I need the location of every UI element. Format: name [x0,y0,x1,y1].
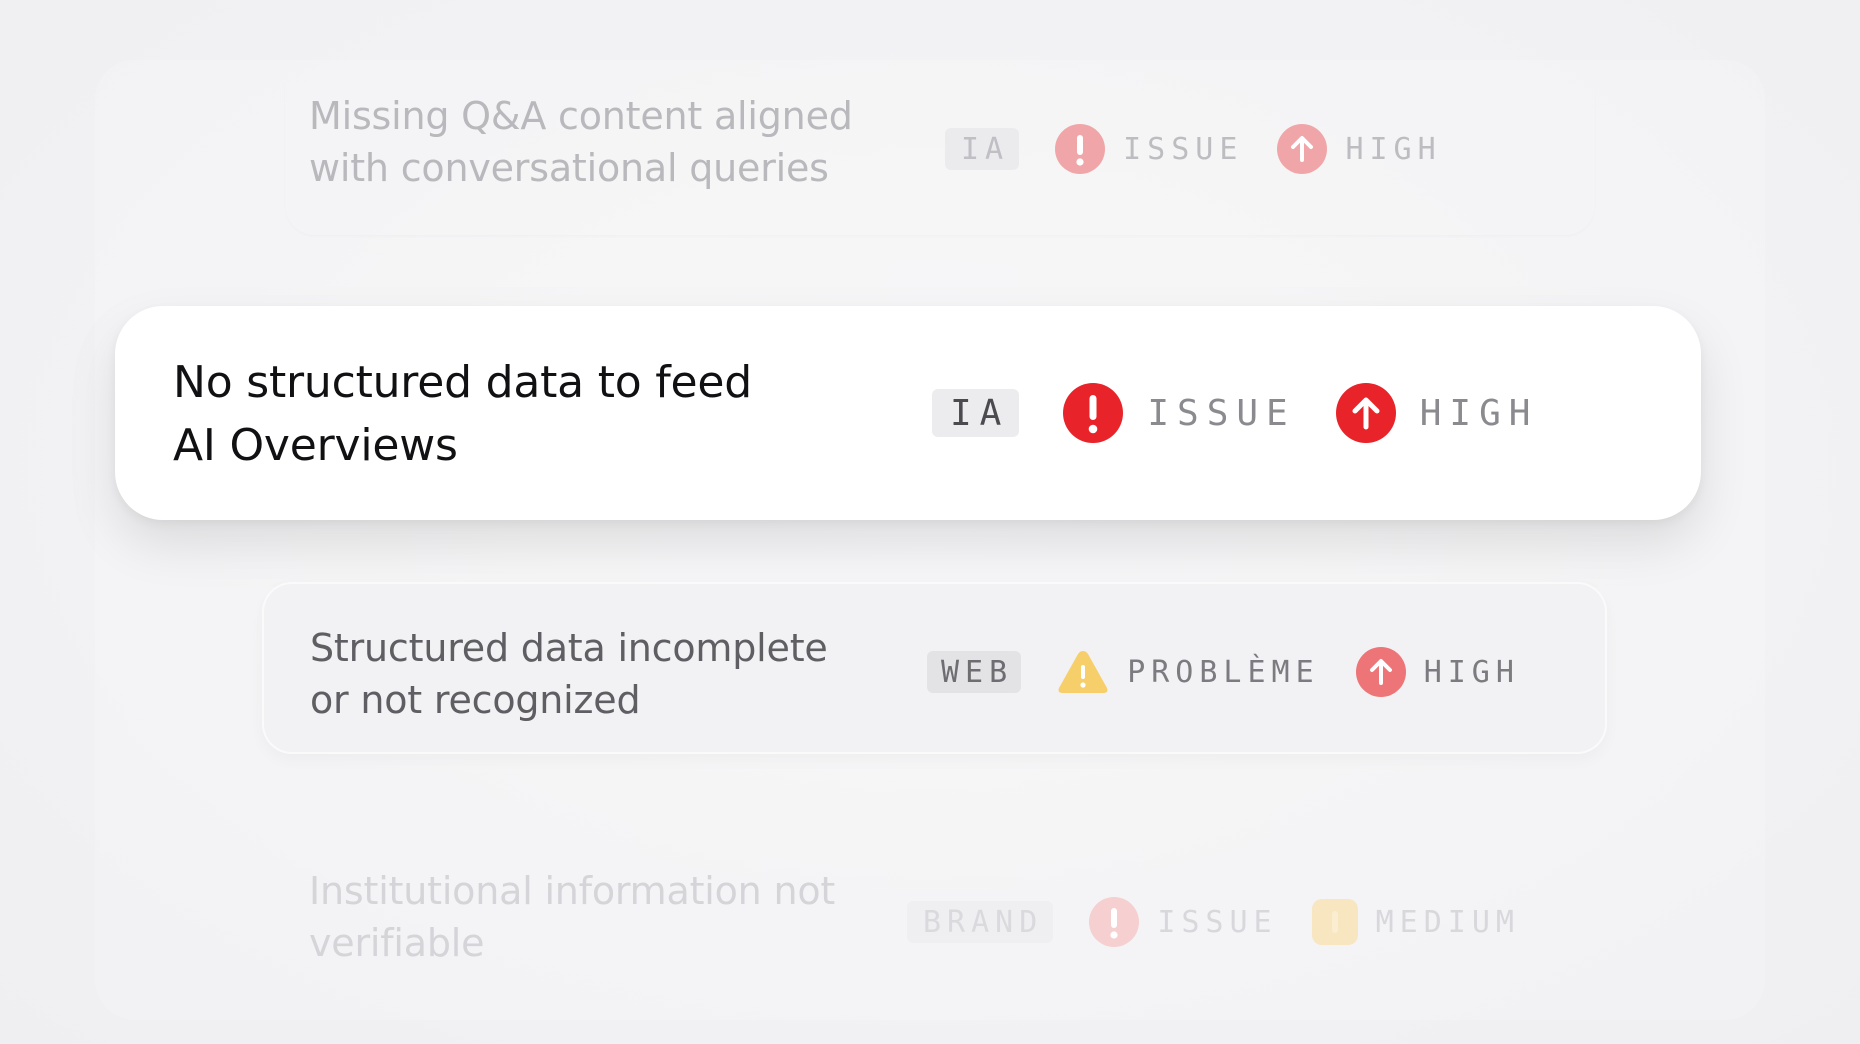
category-tag: BRAND [907,901,1054,943]
priority-indicator: HIGH [1277,124,1441,174]
status-indicator: ISSUE [1055,124,1243,174]
exclamation-circle-icon [1055,124,1106,174]
exclamation-circle-icon [1063,383,1124,443]
status-indicator: ISSUE [1089,897,1277,947]
arrow-up-circle-icon [1277,124,1328,174]
issue-title: Structured data incomplete or not recogn… [310,626,828,722]
exclamation-circle-icon [1089,897,1140,947]
issue-row[interactable]: Structured data incomplete or not recogn… [262,582,1607,754]
issue-row[interactable]: Missing Q&A content aligned with convers… [285,60,1595,235]
arrow-up-circle-icon [1355,647,1406,697]
arrow-up-circle-icon [1335,383,1396,443]
status-indicator: ISSUE [1063,383,1295,443]
priority-indicator: MEDIUM [1311,899,1520,945]
category-tag: WEB [927,651,1022,693]
issue-title: No structured data to feed AI Overviews [173,357,753,471]
status-indicator: PROBLÈME [1057,648,1320,696]
priority-label: HIGH [1419,392,1539,434]
priority-indicator: HIGH [1335,383,1539,443]
status-label: ISSUE [1147,392,1296,434]
priority-label: MEDIUM [1375,904,1520,940]
category-tag: IA [932,389,1020,437]
issue-tags: IA ISSUE HIGH [932,383,1538,443]
status-label: PROBLÈME [1127,654,1320,690]
category-tag: IA [945,128,1020,170]
issue-row-selected[interactable]: No structured data to feed AI Overviews … [115,306,1701,520]
issue-title: Institutional information not verifiable [309,869,836,965]
issue-tags: IA ISSUE HIGH [945,124,1442,174]
status-label: ISSUE [1157,904,1278,940]
issues-list-stage: Missing Q&A content aligned with convers… [0,0,1860,1044]
priority-indicator: HIGH [1355,647,1520,697]
warning-triangle-icon [1057,648,1109,696]
status-label: ISSUE [1123,131,1244,167]
issue-title: Missing Q&A content aligned with convers… [309,94,853,190]
medium-priority-icon [1311,899,1358,945]
priority-label: HIGH [1345,131,1442,167]
issue-tags: WEB PROBLÈME HIGH [927,647,1520,697]
priority-label: HIGH [1423,654,1520,690]
issue-tags: BRAND ISSUE MEDIUM [907,897,1520,947]
issue-row[interactable]: Institutional information not verifiable… [285,840,1595,1015]
